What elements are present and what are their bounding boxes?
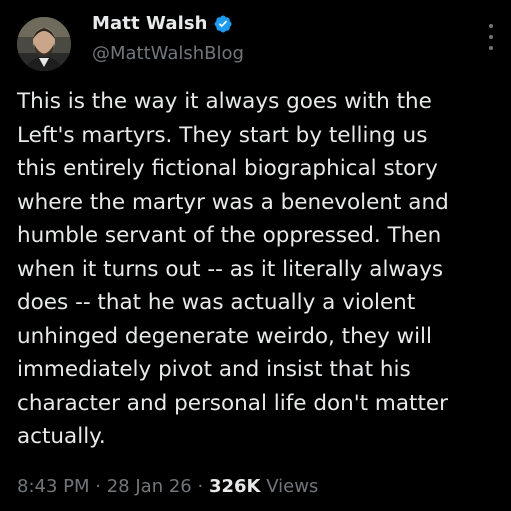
avatar-image — [17, 17, 71, 71]
meta-separator: · — [197, 476, 204, 497]
views-count: 326K — [208, 476, 261, 497]
author-name-row[interactable]: Matt Walsh — [92, 13, 233, 34]
verified-badge-icon — [213, 14, 233, 34]
tweet-text: This is the way it always goes with the … — [17, 89, 449, 449]
author-handle[interactable]: @MattWalshBlog — [92, 43, 244, 64]
views-label: Views — [266, 476, 319, 497]
author-display-name[interactable]: Matt Walsh — [92, 13, 208, 34]
tweet: Matt Walsh @MattWalshBlog This is the wa… — [0, 0, 511, 511]
avatar[interactable] — [17, 17, 71, 71]
more-vertical-icon[interactable] — [482, 24, 500, 50]
tweet-meta: 8:43 PM · 28 Jan 26 · 326K Views — [17, 476, 318, 497]
tweet-date[interactable]: 28 Jan 26 — [107, 476, 192, 497]
meta-separator: · — [95, 476, 101, 497]
tweet-time[interactable]: 8:43 PM — [17, 476, 90, 497]
